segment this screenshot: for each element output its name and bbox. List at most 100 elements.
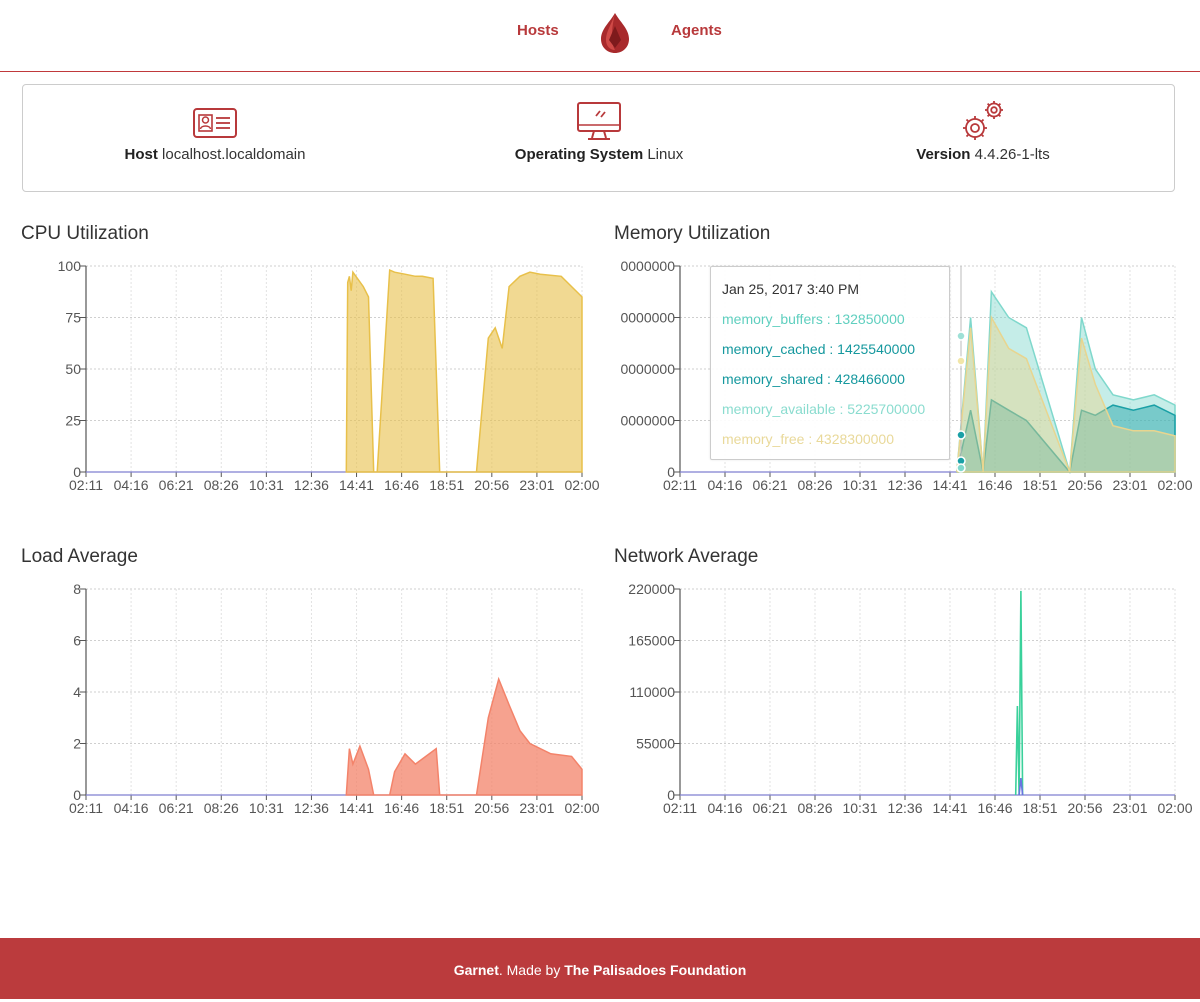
host-info-card: Host localhost.localdomain Operating Sys… — [22, 84, 1175, 192]
series-area-0 — [345, 268, 583, 473]
version-value: 4.4.26-1-lts — [974, 146, 1050, 163]
x-tick-label: 20:56 — [474, 477, 509, 493]
x-tick-label: 20:56 — [474, 800, 509, 816]
y-tick-label: 2 — [73, 736, 81, 752]
y-tick-label: 6 — [73, 633, 81, 649]
version-info: Version 4.4.26-1-lts — [791, 85, 1175, 191]
x-tick-label: 16:46 — [384, 477, 419, 493]
load-chart-title: Load Average — [21, 546, 138, 567]
x-tick-label: 02:11 — [663, 800, 697, 816]
x-tick-label: 16:46 — [977, 800, 1012, 816]
network-chart[interactable]: 05500011000016500022000002:11 04:16 06:21 0… — [600, 573, 1200, 823]
x-tick-label: 04:16 — [114, 477, 149, 493]
x-tick-label: 12:36 — [294, 800, 329, 816]
y-tick-label: 165000 — [628, 633, 675, 649]
y-tick-label: 75 — [65, 310, 81, 326]
x-tick-label: 18:51 — [1022, 477, 1057, 493]
y-tick-label: 110000 — [629, 684, 675, 700]
x-tick-label: 06:21 — [752, 800, 787, 816]
y-tick-label: 50 — [65, 361, 81, 377]
footer-org[interactable]: The Palisadoes Foundation — [564, 962, 746, 978]
os-info: Operating System Linux — [407, 85, 791, 191]
x-tick-label: 04:16 — [707, 800, 742, 816]
y-tick-label: 55000 — [636, 736, 675, 752]
cpu-chart[interactable]: 025507510002:11 04:16 06:21 08:26 10:31 12:36… — [0, 250, 600, 500]
nav-agents-link[interactable]: Agents — [671, 22, 722, 39]
x-tick-label: 12:36 — [887, 800, 922, 816]
x-tick-label: 10:31 — [249, 800, 284, 816]
os-label: Operating System — [514, 146, 644, 163]
x-tick-label: 18:51 — [429, 800, 464, 816]
memory-chart-title: Memory Utilization — [614, 223, 771, 244]
x-tick-label: 16:46 — [384, 800, 419, 816]
x-tick-label: 14:41 — [932, 800, 967, 816]
x-tick-label: 18:51 — [1022, 800, 1057, 816]
y-tick-label: 0000000 — [620, 258, 675, 274]
x-tick-label: 18:51 — [429, 477, 464, 493]
garnet-logo-icon[interactable] — [598, 12, 632, 54]
host-info: Host localhost.localdomain — [23, 85, 407, 191]
os-value: Linux — [647, 146, 684, 163]
network-chart-title: Network Average — [614, 546, 759, 567]
y-tick-label: 25 — [65, 413, 81, 429]
cpu-chart-title: CPU Utilization — [21, 223, 149, 244]
x-tick-label: 12:36 — [887, 477, 922, 493]
x-tick-label: 10:31 — [842, 477, 877, 493]
x-tick-label: 02:11 — [69, 800, 103, 816]
x-tick-label: 14:41 — [932, 477, 967, 493]
footer: Garnet. Made by The Palisadoes Foundatio… — [0, 938, 1200, 999]
x-tick-label: 02:00 — [1157, 477, 1192, 493]
hover-point-4 — [956, 463, 966, 473]
y-tick-label: 0000000 — [620, 310, 675, 326]
x-tick-label: 08:26 — [797, 477, 832, 493]
hover-point-2 — [956, 430, 966, 440]
host-label: Host — [124, 146, 158, 163]
x-tick-label: 23:01 — [1112, 477, 1147, 493]
x-tick-label: 20:56 — [1067, 477, 1102, 493]
footer-middle: . Made by — [498, 962, 565, 978]
series-area-2 — [956, 314, 1176, 473]
nav-hosts-link[interactable]: Hosts — [517, 22, 559, 39]
top-navbar: Hosts Agents — [0, 0, 1200, 72]
hover-point-0 — [956, 331, 966, 341]
y-tick-label: 4 — [73, 684, 81, 700]
version-info-text: Version 4.4.26-1-lts — [791, 146, 1175, 163]
x-tick-label: 20:56 — [1067, 800, 1102, 816]
monitor-icon — [577, 102, 621, 140]
host-value: localhost.localdomain — [162, 146, 306, 163]
x-tick-label: 02:00 — [564, 477, 599, 493]
x-tick-label: 02:11 — [663, 477, 697, 493]
x-tick-label: 08:26 — [797, 800, 832, 816]
y-tick-label: 0000000 — [620, 413, 675, 429]
y-tick-label: 220000 — [628, 581, 675, 597]
host-id-card-icon — [193, 108, 237, 138]
version-label: Version — [916, 146, 971, 163]
series-area-0 — [345, 676, 583, 796]
x-tick-label: 06:21 — [159, 800, 194, 816]
footer-brand[interactable]: Garnet — [454, 962, 499, 978]
x-tick-label: 23:01 — [1112, 800, 1147, 816]
x-tick-label: 06:21 — [752, 477, 787, 493]
load-chart[interactable]: 0246802:11 04:16 06:21 08:26 10:31 12:36 14:41… — [0, 573, 600, 823]
x-tick-label: 02:11 — [69, 477, 103, 493]
x-tick-label: 14:41 — [339, 477, 374, 493]
tooltip-row-available: memory_available : 5225700000 — [722, 401, 926, 417]
y-tick-label: 100 — [58, 258, 82, 274]
series-line-0 — [1014, 590, 1024, 796]
x-tick-label: 16:46 — [977, 477, 1012, 493]
x-tick-label: 14:41 — [339, 800, 374, 816]
host-info-text: Host localhost.localdomain — [23, 146, 407, 163]
tooltip-row-cached: memory_cached : 1425540000 — [722, 341, 916, 357]
tooltip-title: Jan 25, 2017 3:40 PM — [722, 281, 859, 297]
gears-icon — [963, 101, 1003, 140]
tooltip-row-free: memory_free : 4328300000 — [722, 431, 894, 447]
y-tick-label: 8 — [73, 581, 81, 597]
y-tick-label: 0000000 — [620, 361, 675, 377]
x-tick-label: 02:00 — [1157, 800, 1192, 816]
x-tick-label: 04:16 — [114, 800, 149, 816]
x-tick-label: 23:01 — [519, 800, 554, 816]
os-info-text: Operating System Linux — [407, 146, 791, 163]
tooltip-row-shared: memory_shared : 428466000 — [722, 371, 905, 387]
x-tick-label: 04:16 — [707, 477, 742, 493]
x-tick-label: 02:00 — [564, 800, 599, 816]
